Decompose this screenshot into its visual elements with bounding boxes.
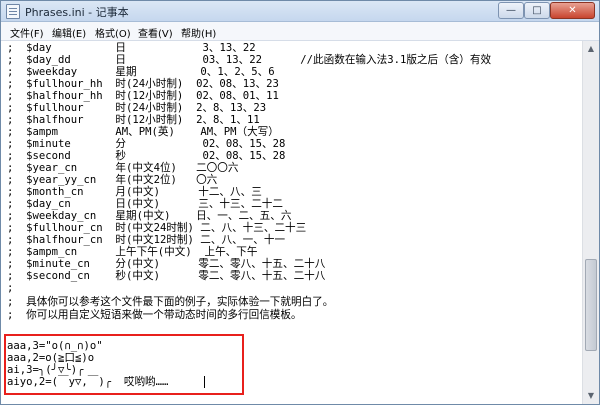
- close-button[interactable]: ✕: [550, 2, 595, 19]
- text-line: ; $year_cn 年(中文4位) 二〇〇六: [7, 162, 239, 174]
- text-editor[interactable]: ; $day 日 3、13、22 ; $day_dd 日 03、13、22 //…: [2, 41, 582, 404]
- text-line: ; $minute 分 02、08、15、28: [7, 138, 286, 150]
- scroll-down-arrow-icon[interactable]: ▼: [583, 388, 599, 404]
- text-line: ; $fullhour_cn 时(中文24时制) 二、八、十三、二十三: [7, 222, 307, 234]
- text-line: ; $day 日 3、13、22: [7, 42, 256, 54]
- window-title: Phrases.ini - 记事本: [25, 6, 129, 19]
- text-line: ; $fullhour_hh 时(24小时制) 02、08、13、23: [7, 78, 279, 90]
- text-line: ; 你可以用自定义短语来做一个带动态时间的多行回信模板。: [7, 309, 302, 321]
- text-line: ; $second_cn 秒(中文) 零二、零八、十五、二十八: [7, 270, 326, 282]
- text-line: aaa,3="o(∩_∩)o": [7, 340, 103, 352]
- vertical-scrollbar[interactable]: ▲ ▼: [582, 41, 599, 404]
- text-line: ; $halfhour_cn 时(中文12时制) 二、八、一、十一: [7, 234, 286, 246]
- text-line: ; $weekday_cn 星期(中文) 日、一、二、五、六: [7, 210, 292, 222]
- text-line: ; $halfhour_hh 时(12小时制) 02、08、01、11: [7, 90, 279, 102]
- text-line: ; $day_dd 日 03、13、22 //此函数在输入法3.1版之后（含）有…: [7, 54, 492, 66]
- text-line: ; $fullhour 时(24小时制) 2、8、13、23: [7, 102, 267, 114]
- text-line: ; $weekday 星期 0、1、2、5、6: [7, 66, 275, 78]
- menu-edit[interactable]: 编辑(E): [52, 25, 86, 40]
- menu-help[interactable]: 帮助(H): [181, 25, 216, 40]
- text-line: ; $year_yy_cn 年(中文2位) 〇六: [7, 174, 218, 186]
- notepad-icon: [6, 4, 20, 19]
- minimize-button[interactable]: —: [498, 2, 524, 19]
- text-line: ; $month_cn 月(中文) 十二、八、三: [7, 186, 262, 198]
- menu-bar: 文件(F) 编辑(E) 格式(O) 查看(V) 帮助(H): [1, 22, 599, 41]
- title-bar[interactable]: Phrases.ini - 记事本 — □ ✕: [1, 1, 599, 22]
- text-line: ; $ampm AM、PM(英) AM、PM（大写）: [7, 126, 279, 138]
- notepad-window: Phrases.ini - 记事本 — □ ✕ 文件(F) 编辑(E) 格式(O…: [0, 0, 600, 405]
- text-line: aiyo,2=(￣y▽,￣)╭ 哎哟哟……: [7, 376, 169, 388]
- text-line: ; $day_cn 日(中文) 三、十三、二十二: [7, 198, 283, 210]
- text-line: ; $second 秒 02、08、15、28: [7, 150, 286, 162]
- text-line: aaa,2=o(≧口≦)o: [7, 352, 95, 364]
- text-caret: [204, 376, 205, 388]
- text-line: ai,3=╮(╯▽╰)╭: [7, 364, 84, 376]
- menu-format[interactable]: 格式(O): [95, 25, 131, 40]
- maximize-button[interactable]: □: [524, 2, 550, 19]
- text-line: ;: [7, 282, 14, 294]
- text-line: ; $minute_cn 分(中文) 零二、零八、十五、二十八: [7, 258, 326, 270]
- text-line: ; 具体你可以参考这个文件最下面的例子，实际体验一下就明白了。: [7, 296, 334, 308]
- menu-file[interactable]: 文件(F): [10, 25, 44, 40]
- menu-view[interactable]: 查看(V): [138, 25, 173, 40]
- text-line: ; $halfhour 时(12小时制) 2、8、1、11: [7, 114, 260, 126]
- scroll-up-arrow-icon[interactable]: ▲: [583, 41, 599, 57]
- scroll-thumb[interactable]: [585, 259, 597, 351]
- text-line: ; $ampm_cn 上午下午(中文) 上午、下午: [7, 246, 258, 258]
